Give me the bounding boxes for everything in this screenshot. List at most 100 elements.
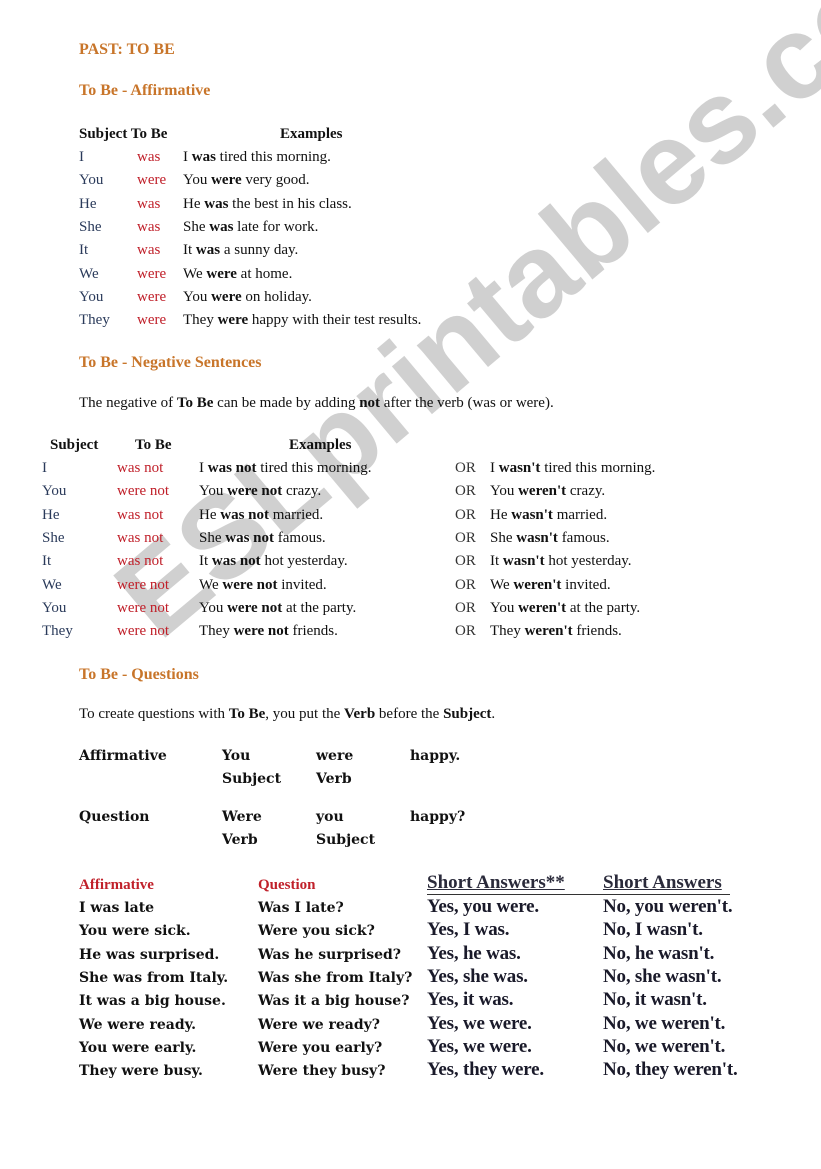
table-row-short-no: No, she wasn't. [603, 966, 722, 987]
table-row-example: We were not invited. [199, 577, 327, 594]
example-bold: weren't [513, 577, 562, 593]
table-row-affirmative: You were sick. [79, 923, 191, 939]
table-row-affirmative: He was surprised. [79, 947, 220, 963]
qa-header-affirmative: Affirmative [79, 877, 154, 893]
structure-label: Affirmative [79, 748, 167, 764]
table-row-verb: were [137, 289, 167, 305]
affirmative-header-subject-tobe: Subject To Be [79, 126, 168, 142]
example-text: the best in his class. [228, 196, 352, 212]
table-row-verb: was not [117, 507, 164, 523]
table-row-subject: You [79, 289, 104, 305]
table-row-contraction: It wasn't hot yesterday. [490, 553, 632, 570]
table-row-short-yes: Yes, we were. [427, 1013, 532, 1034]
example-text: I [199, 460, 208, 476]
table-row-contraction: You weren't crazy. [490, 483, 605, 500]
intro-bold: not [359, 395, 381, 411]
structure-word: You [222, 748, 251, 764]
example-text: on holiday. [241, 289, 312, 305]
table-row-subject: They [42, 623, 73, 639]
negative-header-examples: Examples [289, 437, 352, 453]
example-text: She [490, 530, 517, 546]
or-label: OR [455, 600, 476, 616]
example-text: hot yesterday. [544, 553, 632, 569]
example-text: friends. [288, 623, 338, 639]
table-row-verb: was not [117, 530, 164, 546]
table-row-affirmative: It was a big house. [79, 993, 226, 1009]
or-label: OR [455, 483, 476, 499]
or-label: OR [455, 460, 476, 476]
structure-word: happy? [410, 809, 466, 825]
table-row-short-yes: Yes, we were. [427, 1036, 532, 1057]
example-bold: was not [211, 553, 261, 569]
structure-word: happy. [410, 748, 461, 764]
table-row-subject: You [42, 600, 67, 616]
table-row-subject: I [79, 149, 84, 165]
table-row-short-no: No, we weren't. [603, 1013, 726, 1034]
example-text: They [490, 623, 525, 639]
or-label: OR [455, 623, 476, 639]
table-row-question: Was it a big house? [258, 993, 410, 1009]
example-text: late for work. [233, 219, 319, 235]
page-title: PAST: TO BE [79, 41, 175, 58]
qa-header-question: Question [258, 877, 316, 893]
table-row-short-yes: Yes, she was. [427, 966, 528, 987]
qa-header-short-yes: Short Answers** [427, 872, 565, 893]
example-bold: were not [222, 577, 278, 593]
table-row-verb: were not [117, 600, 170, 616]
example-text: It [183, 242, 196, 258]
table-row-subject: He [79, 196, 97, 212]
table-row-example: She was late for work. [183, 219, 318, 236]
table-row-example: I was tired this morning. [183, 149, 331, 166]
example-bold: weren't [518, 600, 567, 616]
table-row-subject: She [79, 219, 102, 235]
table-row-example: You were very good. [183, 172, 310, 189]
table-row-affirmative: You were early. [79, 1040, 197, 1056]
table-row-subject: He [42, 507, 60, 523]
table-row-verb: was not [117, 553, 164, 569]
example-text: We [199, 577, 223, 593]
table-row-short-yes: Yes, I was. [427, 919, 510, 940]
example-text: She [199, 530, 226, 546]
table-row-verb: were not [117, 577, 170, 593]
example-text: married. [269, 507, 324, 523]
structure-role: Subject [222, 771, 282, 787]
example-bold: was not [225, 530, 275, 546]
example-text: It [199, 553, 212, 569]
table-row-affirmative: She was from Italy. [79, 970, 229, 986]
intro-bold: To Be [228, 706, 266, 722]
example-bold: was not [207, 460, 257, 476]
intro-bold: Verb [344, 706, 376, 722]
table-row-subject: You [42, 483, 67, 499]
or-label: OR [455, 577, 476, 593]
example-text: a sunny day. [220, 242, 299, 258]
example-text: at the party. [566, 600, 641, 616]
example-text: hot yesterday. [260, 553, 348, 569]
table-row-example: He was not married. [199, 507, 323, 524]
table-row-short-yes: Yes, you were. [427, 896, 539, 917]
example-text: at home. [236, 266, 293, 282]
table-row-short-no: No, we weren't. [603, 1036, 726, 1057]
table-row-example: We were at home. [183, 266, 292, 283]
example-text: I [183, 149, 192, 165]
table-row-contraction: She wasn't famous. [490, 530, 610, 547]
structure-role: Subject [316, 832, 376, 848]
example-text: tired this morning. [540, 460, 656, 476]
example-text: You [199, 600, 228, 616]
example-bold: weren't [518, 483, 567, 499]
example-text: crazy. [566, 483, 606, 499]
table-row-verb: was not [117, 460, 164, 476]
table-row-example: They were happy with their test results. [183, 312, 421, 329]
table-row-affirmative: They were busy. [79, 1063, 203, 1079]
table-row-verb: was [137, 219, 161, 235]
example-text: tired this morning. [215, 149, 331, 165]
example-bold: was [204, 196, 229, 212]
negative-intro: The negative of To Be can be made by add… [79, 395, 554, 412]
table-row-question: Was I late? [258, 900, 344, 916]
example-text: invited. [277, 577, 327, 593]
table-row-question: Were we ready? [258, 1017, 380, 1033]
example-text: It [490, 553, 503, 569]
intro-text: The negative of [79, 395, 177, 411]
intro-text: , you put the [265, 706, 345, 722]
example-text: He [183, 196, 205, 212]
negative-heading: To Be - Negative Sentences [79, 354, 262, 371]
